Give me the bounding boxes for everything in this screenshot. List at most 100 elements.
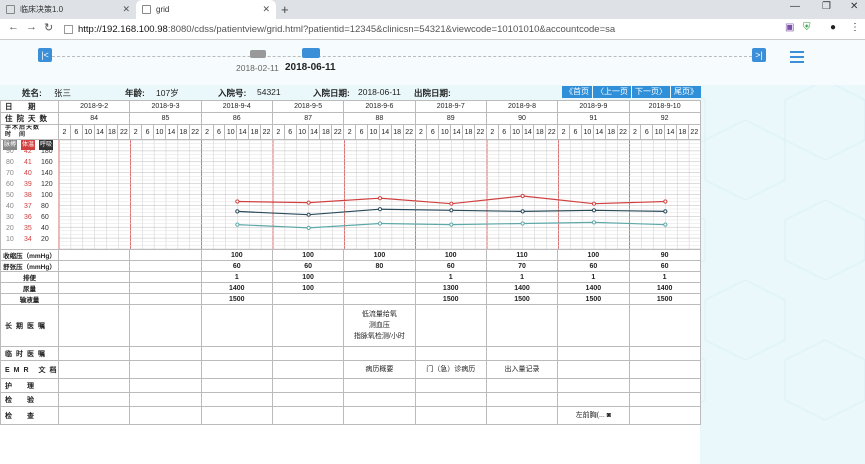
camera-icon[interactable]: ◙ [607, 412, 611, 419]
nursing-row-cell [414, 378, 487, 393]
hour-cell: 10 [153, 124, 166, 140]
exam-row-cell [57, 392, 131, 407]
date-cell: 2018-9-5 [271, 100, 345, 113]
hour-cell: 22 [687, 124, 701, 140]
measure-cell [57, 271, 131, 283]
data-point [377, 196, 383, 201]
date-cell: 2018-9-9 [557, 100, 630, 113]
timeline-start-button[interactable]: |< [38, 48, 52, 62]
timeline-end-button[interactable]: >| [752, 48, 766, 62]
measure-label: 输液量 [0, 293, 59, 305]
timeline-date[interactable]: 2018-02-11 [236, 63, 279, 73]
new-tab-icon[interactable]: + [281, 2, 289, 17]
exam-row-cell [628, 392, 701, 407]
hour-cell: 10 [224, 124, 238, 140]
data-point [591, 220, 597, 225]
nursing-row-cell [200, 378, 273, 393]
pulse-tick: 90 [6, 148, 14, 155]
last-page-button[interactable]: 尾页》 [671, 86, 701, 98]
measure-label: 尿量 [0, 282, 59, 294]
temp-order-row-cell [200, 346, 273, 361]
emr-row-cell [200, 360, 273, 379]
first-page-button[interactable]: 《首页 [562, 86, 592, 98]
close-icon[interactable]: ✕ [122, 4, 130, 15]
hour-cell: 22 [331, 124, 345, 140]
forward-icon[interactable]: → [26, 21, 37, 33]
hour-cell: 10 [652, 124, 666, 140]
hour-cell: 14 [592, 124, 606, 140]
resp-tick: 180 [41, 148, 53, 155]
days-cell: 90 [485, 112, 559, 125]
pulse-tick: 30 [6, 214, 14, 221]
exam-row-cell [343, 392, 416, 407]
data-point [591, 208, 597, 213]
temp-tick: 34 [24, 236, 32, 243]
temp-order-row-cell [557, 346, 630, 361]
emr-row-cell [557, 360, 630, 379]
hour-cell: 14 [521, 124, 535, 140]
hour-cell: 14 [378, 124, 392, 140]
kebab-menu-icon[interactable]: ⋮ [850, 22, 860, 33]
long-order-row-cell [200, 304, 273, 347]
page: |< >| 2018-02-11 2018-06-11 姓名: 张三 年龄: 1… [0, 40, 865, 464]
days-cell: 88 [343, 112, 416, 125]
hour-cell: 22 [473, 124, 487, 140]
measure-cell [57, 293, 131, 305]
emr-row-cell: 门（急）诊病历 [414, 360, 487, 379]
hour-cell: 14 [664, 124, 677, 140]
shield-icon[interactable]: ⛨ [803, 22, 811, 33]
data-point [663, 209, 668, 214]
pulse-tick: 20 [6, 225, 14, 232]
close-icon[interactable]: ✕ [262, 4, 270, 15]
temp-tick: 36 [24, 214, 32, 221]
menu-icon[interactable] [790, 51, 804, 66]
prev-page-button[interactable]: 〈上一页 [593, 86, 631, 98]
measure-label: 排便 [0, 271, 59, 283]
hour-cell: 6 [640, 124, 654, 140]
check-row-cell [57, 406, 131, 425]
reload-icon[interactable]: ↻ [44, 21, 53, 34]
back-icon[interactable]: ← [8, 21, 19, 33]
tab-grid[interactable]: grid ✕ [136, 0, 276, 19]
row-label-date: 日 期 [0, 100, 59, 113]
timeline: |< >| 2018-02-11 2018-06-11 [0, 40, 865, 85]
days-cell: 87 [271, 112, 345, 125]
row-label-time: 手术后天数时 间 [0, 124, 59, 140]
nursing-row-cell [271, 378, 345, 393]
data-point [520, 209, 525, 214]
vitals-table: 日 期 2018-9-2 2018-9-3 2018-9-4 2018-9-5 2018-… [0, 100, 701, 425]
long-order-row-cell [271, 304, 345, 347]
timeline-date-active[interactable]: 2018-06-11 [285, 62, 336, 73]
temp-tick: 35 [24, 225, 32, 232]
hour-cell: 18 [462, 124, 475, 140]
next-page-button[interactable]: 下一页〉 [632, 86, 670, 98]
hour-cell: 2 [271, 124, 285, 140]
check-row: 检 查 [0, 406, 59, 425]
hour-cell: 10 [367, 124, 380, 140]
extension-icon[interactable]: ▣ [785, 22, 794, 33]
emr-row-cell [57, 360, 131, 379]
date-cell: 2018-9-10 [628, 100, 701, 113]
restore-icon[interactable]: ❐ [822, 1, 831, 12]
minimize-icon[interactable]: — [790, 1, 800, 12]
account-icon[interactable]: ● [830, 22, 836, 33]
temp-tick: 39 [24, 181, 32, 188]
measure-cell: 1300 [414, 282, 487, 294]
hour-cell: 2 [129, 124, 143, 140]
exam-row-cell [200, 392, 273, 407]
data-point [235, 222, 240, 227]
pulse-tick: 80 [6, 159, 14, 166]
window-close-icon[interactable]: ✕ [850, 1, 858, 12]
measure-cell [57, 282, 131, 294]
resp-tick: 60 [41, 214, 49, 221]
tab-clinical[interactable]: 临床决策1.0 ✕ [0, 0, 136, 19]
data-point [449, 201, 454, 206]
nursing-row-cell [557, 378, 630, 393]
pulse-tick: 60 [6, 181, 14, 188]
bed-icon[interactable] [250, 50, 266, 58]
bed-icon-active[interactable] [302, 48, 320, 58]
temp-tick: 42 [24, 148, 32, 155]
url-input[interactable]: http://192.168.100.98:8080/cdss/patientv… [64, 21, 780, 37]
measure-cell: 60 [414, 260, 487, 272]
data-point [663, 222, 668, 227]
